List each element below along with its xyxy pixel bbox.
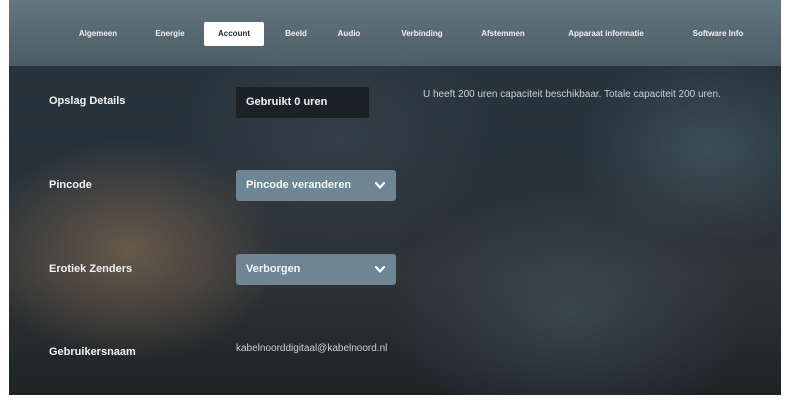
tab-energie[interactable]: Energie (141, 22, 199, 46)
tab-algemeen[interactable]: Algemeen (57, 22, 139, 46)
pincode-dropdown-value: Pincode veranderen (246, 179, 352, 191)
pincode-label: Pincode (49, 179, 92, 191)
erotic-channels-label: Erotiek Zenders (49, 263, 133, 275)
erotic-channels-dropdown-value: Verborgen (246, 263, 301, 275)
tab-account[interactable]: Account (204, 22, 264, 46)
tab-verbinding[interactable]: Verbinding (387, 22, 457, 46)
tab-afstemmen[interactable]: Afstemmen (470, 22, 536, 46)
storage-capacity-info: U heeft 200 uren capaciteit beschikbaar.… (423, 89, 721, 100)
username-value: kabelnoorddigitaal@kabelnoord.nl (236, 343, 388, 354)
settings-tab-bar: Algemeen Energie Account Beeld Audio Ver… (9, 0, 781, 66)
chevron-down-icon (374, 181, 386, 189)
settings-screen: Algemeen Energie Account Beeld Audio Ver… (9, 0, 781, 395)
tab-beeld[interactable]: Beeld (276, 22, 316, 46)
storage-used-value: Gebruikt 0 uren (236, 87, 369, 118)
tab-software-info[interactable]: Software Info (676, 22, 760, 46)
pincode-dropdown[interactable]: Pincode veranderen (236, 170, 396, 201)
tab-audio[interactable]: Audio (329, 22, 369, 46)
erotic-channels-dropdown[interactable]: Verborgen (236, 254, 396, 285)
chevron-down-icon (374, 265, 386, 273)
username-label: Gebruikersnaam (49, 346, 136, 358)
tab-apparaat-informatie[interactable]: Apparaat informatie (551, 22, 661, 46)
storage-details-label: Opslag Details (49, 95, 126, 107)
